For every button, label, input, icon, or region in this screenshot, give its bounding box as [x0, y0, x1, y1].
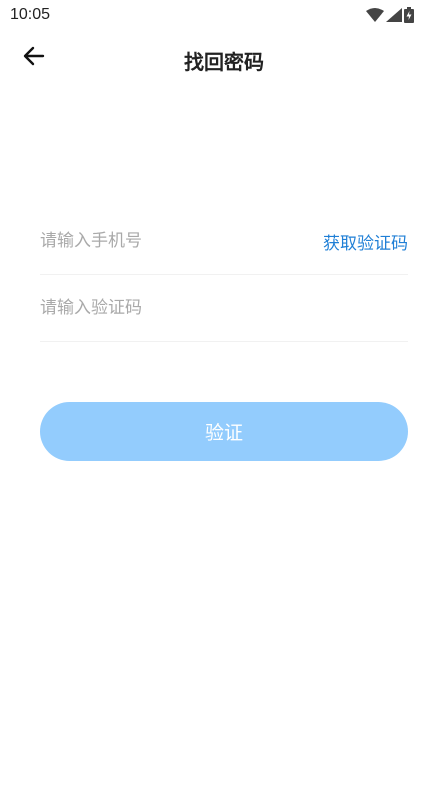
battery-icon	[404, 7, 414, 23]
status-icons	[366, 6, 414, 24]
phone-row: 获取验证码	[40, 208, 408, 275]
phone-input[interactable]	[40, 221, 323, 261]
wifi-icon	[366, 8, 384, 22]
verify-button[interactable]: 验证	[40, 402, 408, 461]
status-time: 10:05	[10, 6, 51, 23]
signal-icon	[386, 8, 402, 22]
code-row	[40, 275, 408, 342]
page-title: 找回密码	[184, 50, 264, 74]
verification-code-input[interactable]	[40, 288, 408, 328]
recover-password-form: 获取验证码	[40, 208, 408, 342]
get-code-button[interactable]: 获取验证码	[323, 229, 408, 254]
status-bar: 10:05	[0, 0, 448, 30]
header: 找回密码	[0, 30, 448, 88]
